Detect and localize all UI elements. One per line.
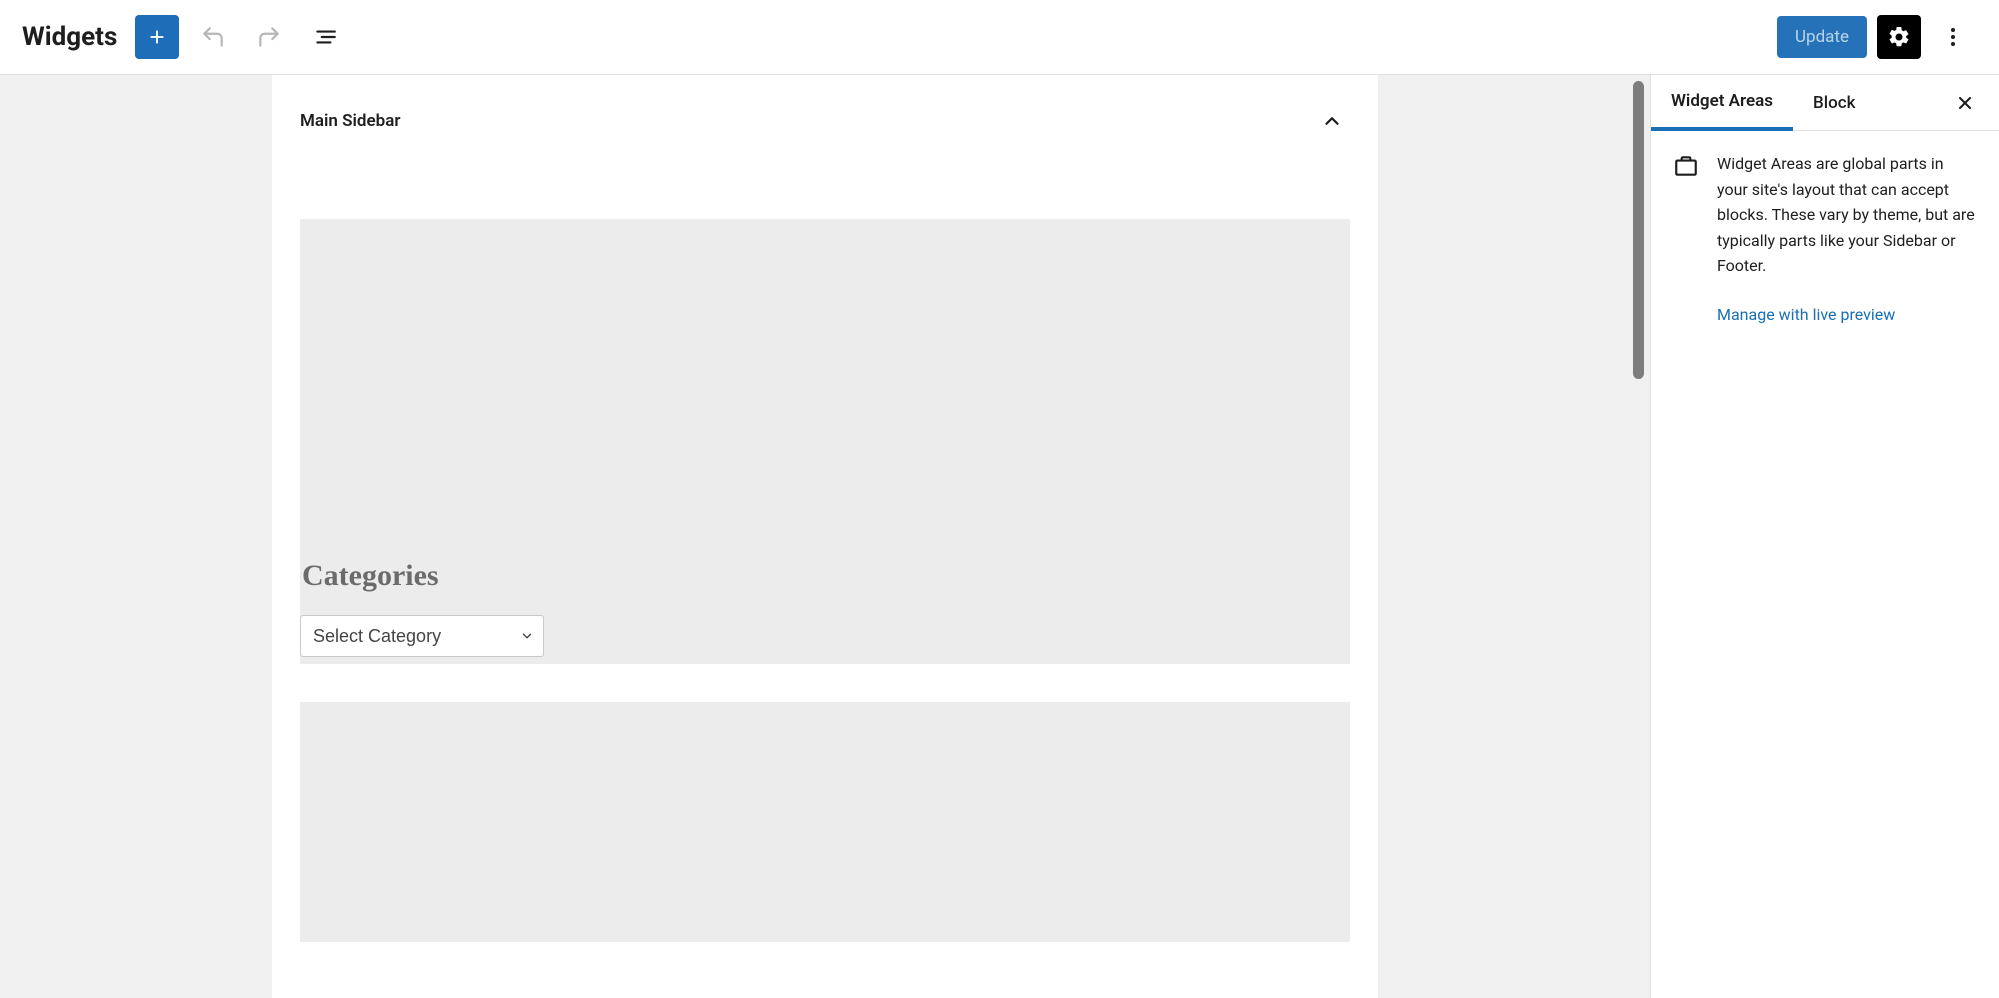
tab-block[interactable]: Block bbox=[1793, 75, 1875, 130]
undo-icon bbox=[200, 24, 226, 50]
widget-areas-description: Widget Areas are global parts in your si… bbox=[1717, 151, 1977, 279]
update-button[interactable]: Update bbox=[1777, 16, 1867, 58]
settings-sidebar: Widget Areas Block Widget Areas are glob… bbox=[1650, 75, 1999, 998]
page-title: Widgets bbox=[22, 22, 117, 52]
widget-area-header[interactable]: Main Sidebar bbox=[300, 75, 1350, 157]
tab-widget-areas[interactable]: Widget Areas bbox=[1651, 76, 1793, 131]
document-overview-button[interactable] bbox=[303, 15, 347, 59]
widget-block[interactable] bbox=[300, 702, 1350, 942]
editor-canvas: Main Sidebar Categories Select Category bbox=[0, 75, 1650, 998]
top-toolbar: Widgets Update bbox=[0, 0, 1999, 75]
manage-live-preview-link[interactable]: Manage with live preview bbox=[1717, 305, 1895, 324]
toolbar-right-group: Update bbox=[1777, 15, 1989, 59]
category-select[interactable]: Select Category bbox=[300, 615, 544, 657]
main-area: Main Sidebar Categories Select Category bbox=[0, 75, 1999, 998]
sidebar-body: Widget Areas are global parts in your si… bbox=[1651, 131, 1999, 344]
categories-block[interactable]: Categories Select Category bbox=[300, 219, 1350, 664]
redo-icon bbox=[256, 24, 282, 50]
category-select-wrapper: Select Category bbox=[300, 615, 544, 657]
close-sidebar-button[interactable] bbox=[1941, 79, 1989, 127]
chevron-up-icon bbox=[1321, 110, 1343, 132]
list-view-icon bbox=[312, 24, 338, 50]
more-options-button[interactable] bbox=[1931, 15, 1975, 59]
gear-icon bbox=[1887, 25, 1911, 49]
sidebar-tabs: Widget Areas Block bbox=[1651, 75, 1999, 131]
widget-area-icon bbox=[1673, 153, 1699, 324]
scrollbar-thumb[interactable] bbox=[1633, 81, 1644, 379]
widget-area-title: Main Sidebar bbox=[300, 111, 400, 131]
more-vertical-icon bbox=[1941, 25, 1965, 49]
sidebar-text-column: Widget Areas are global parts in your si… bbox=[1717, 151, 1977, 324]
toolbar-left-group bbox=[135, 15, 347, 59]
widget-area-panel: Main Sidebar Categories Select Category bbox=[272, 75, 1378, 998]
close-icon bbox=[1955, 93, 1975, 113]
undo-button[interactable] bbox=[191, 15, 235, 59]
redo-button[interactable] bbox=[247, 15, 291, 59]
settings-button[interactable] bbox=[1877, 15, 1921, 59]
collapse-area-button[interactable] bbox=[1314, 103, 1350, 139]
add-block-button[interactable] bbox=[135, 15, 179, 59]
plus-icon bbox=[146, 26, 168, 48]
categories-heading: Categories bbox=[300, 559, 1350, 593]
